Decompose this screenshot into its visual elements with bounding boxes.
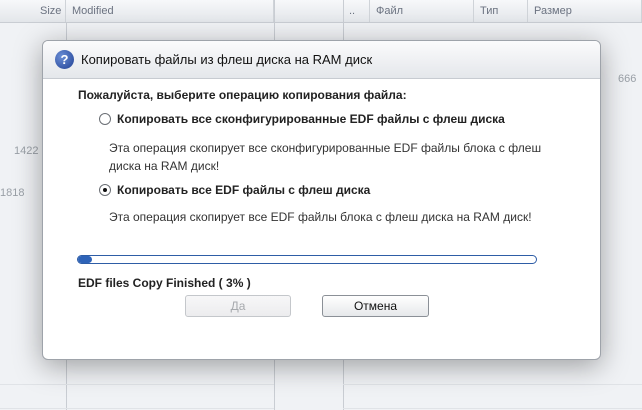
option-description: Эта операция скопирует все сконфигуриров… [109,141,542,173]
column-parent-header[interactable]: .. [343,0,370,22]
ok-button[interactable]: Да [185,295,291,317]
radio-copy-all[interactable] [99,184,111,196]
column-type-header[interactable]: Тип [474,0,528,22]
copy-files-dialog: ? Копировать файлы из флеш диска на RAM … [42,40,601,360]
column-file-header[interactable]: Файл [370,0,474,22]
option-label[interactable]: Копировать все сконфигурированные EDF фа… [117,112,505,126]
copy-status-text: EDF files Copy Finished ( 3% ) [78,276,251,290]
background-size-value: 1818 [0,187,25,199]
background-size-value: 1422 [14,145,39,157]
column-size-header[interactable]: Size [34,0,66,22]
radio-copy-configured[interactable] [99,113,111,125]
column-modified-header[interactable]: Modified [66,0,274,22]
cancel-button[interactable]: Отмена [322,295,429,317]
table-row[interactable] [0,360,274,385]
dialog-prompt: Пожалуйста, выберите операцию копировани… [78,88,407,102]
table-row[interactable] [0,384,274,409]
dialog-title: Копировать файлы из флеш диска на RAM ди… [81,52,373,67]
progress-fill [78,256,92,263]
table-row[interactable] [343,360,642,385]
column-size-right-header[interactable]: Размер [528,0,642,22]
option-label[interactable]: Копировать все EDF файлы с флеш диска [117,183,370,197]
table-row[interactable] [343,384,642,409]
question-icon: ? [55,50,74,69]
dialog-title-bar[interactable]: ? Копировать файлы из флеш диска на RAM … [43,41,600,79]
copy-progress-bar [77,255,537,264]
option-description: Эта операция скопирует все EDF файлы бло… [109,210,532,224]
background-size-value: 666 [618,73,637,85]
